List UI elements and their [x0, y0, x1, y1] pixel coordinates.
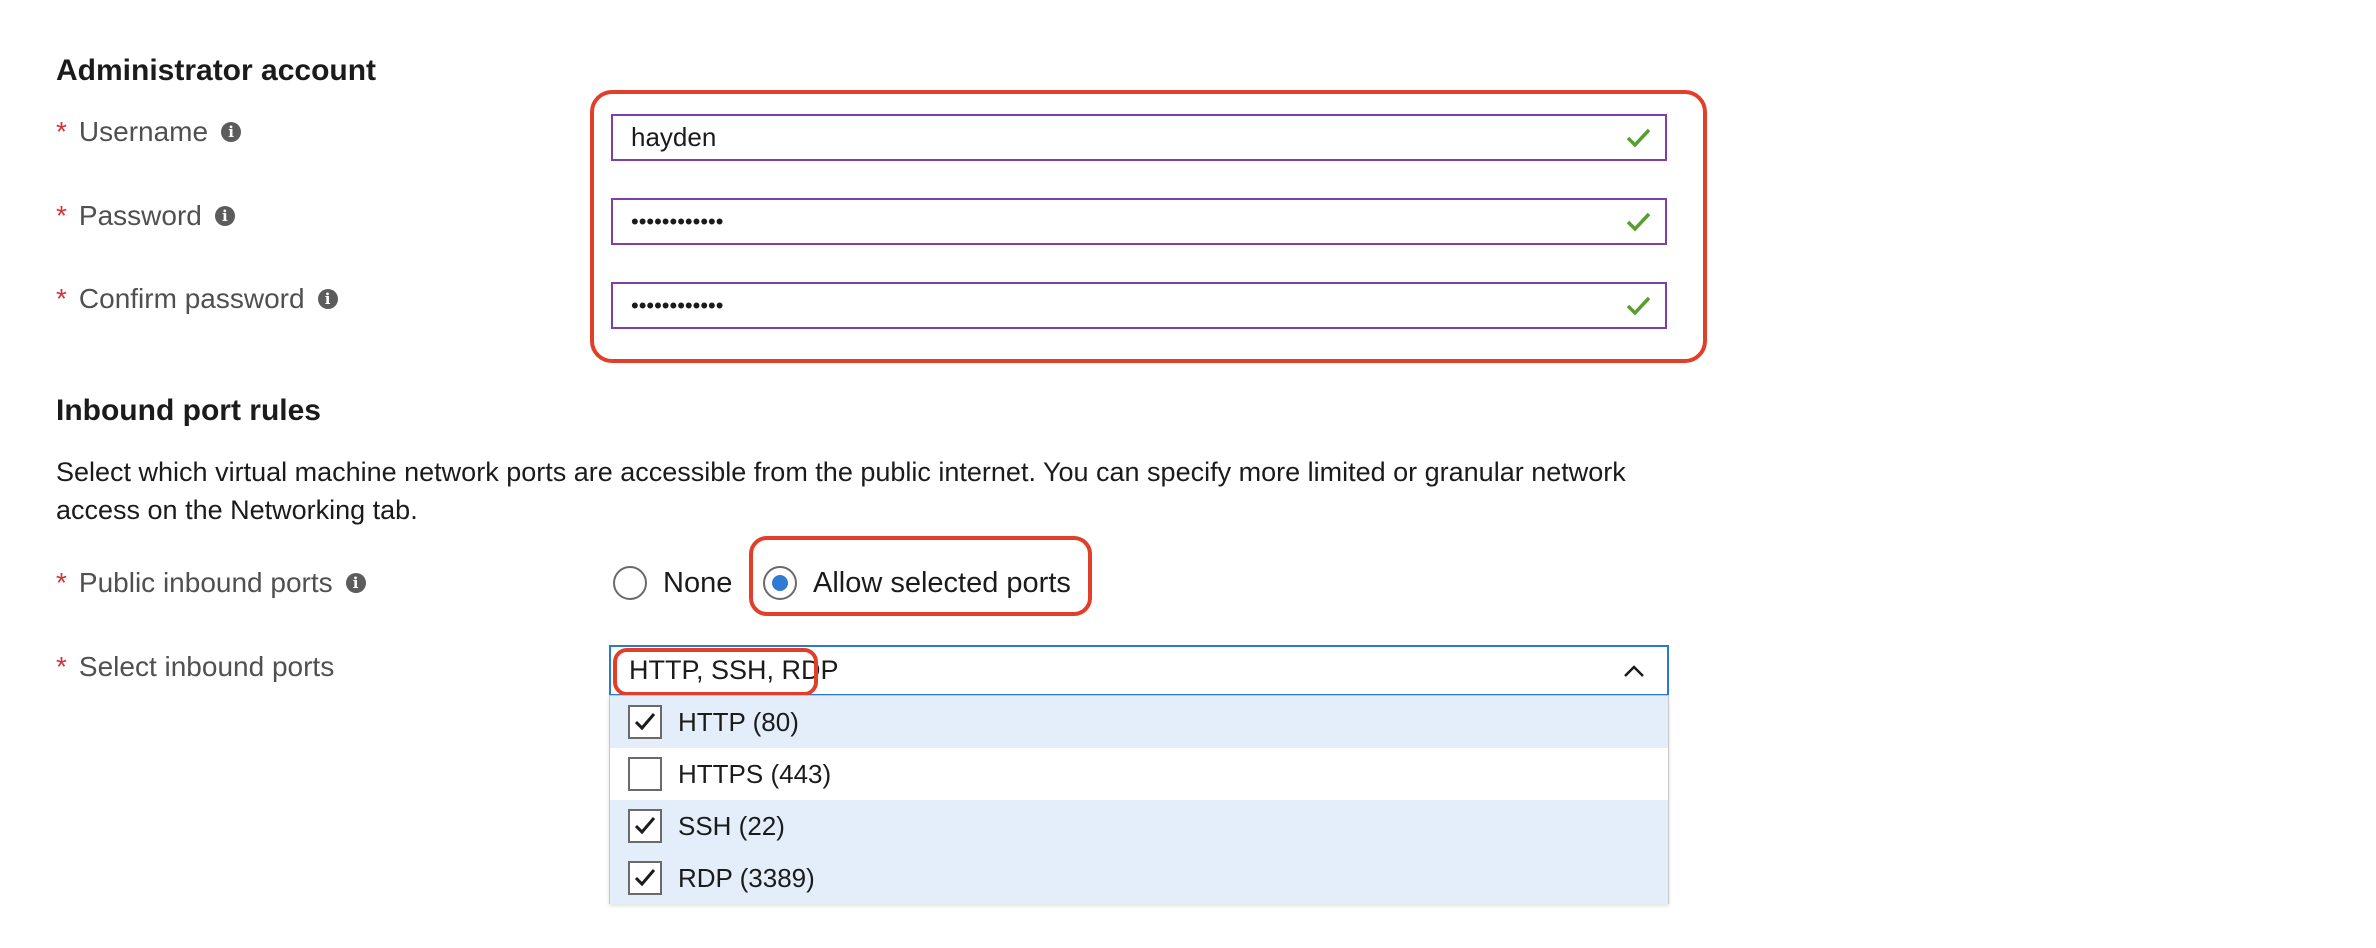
radio-none[interactable]: None	[613, 566, 732, 600]
port-option-label: SSH (22)	[678, 810, 785, 841]
port-option-label: RDP (3389)	[678, 862, 815, 893]
selected-ports-highlight	[613, 648, 818, 696]
checkbox-ssh[interactable]	[628, 809, 662, 843]
select-inbound-ports-label-text: Select inbound ports	[78, 651, 335, 682]
port-option-rdp[interactable]: RDP (3389)	[610, 852, 1668, 904]
administrator-account-heading: Administrator account	[56, 54, 377, 87]
checkbox-check-icon	[634, 817, 656, 835]
checkbox-check-icon	[634, 869, 656, 887]
inbound-description: Select which virtual machine network por…	[56, 457, 1626, 525]
password-label-text: Password	[78, 200, 202, 231]
radio-none-label: None	[663, 566, 733, 599]
port-option-label: HTTP (80)	[678, 706, 799, 737]
info-icon[interactable]: i	[317, 289, 338, 309]
required-asterisk: *	[56, 116, 67, 147]
credentials-highlight	[590, 90, 1707, 363]
username-label: * Username i	[56, 116, 242, 148]
port-option-http[interactable]: HTTP (80)	[610, 696, 1668, 748]
radio-none-circle[interactable]	[613, 566, 647, 600]
inbound-ports-list: HTTP (80) HTTPS (443) SSH (22) RDP (3389…	[609, 695, 1669, 904]
chevron-up-icon[interactable]	[1619, 656, 1649, 686]
select-inbound-ports-label: * Select inbound ports	[56, 651, 334, 683]
port-option-ssh[interactable]: SSH (22)	[610, 800, 1668, 852]
password-label: * Password i	[56, 200, 235, 232]
confirm-password-label-text: Confirm password	[78, 283, 305, 314]
checkbox-http[interactable]	[628, 705, 662, 739]
username-label-text: Username	[78, 116, 209, 147]
confirm-password-label: * Confirm password i	[56, 283, 338, 315]
info-icon[interactable]: i	[345, 573, 366, 593]
public-inbound-ports-label: * Public inbound ports i	[56, 567, 366, 599]
checkbox-https[interactable]	[628, 757, 662, 791]
info-icon[interactable]: i	[214, 206, 235, 226]
required-asterisk: *	[56, 283, 67, 314]
required-asterisk: *	[56, 567, 67, 598]
allow-ports-highlight	[749, 536, 1092, 616]
info-icon[interactable]: i	[221, 122, 242, 142]
public-inbound-ports-label-text: Public inbound ports	[78, 567, 333, 598]
port-option-label: HTTPS (443)	[678, 758, 832, 789]
required-asterisk: *	[56, 651, 67, 682]
checkbox-check-icon	[634, 713, 656, 731]
inbound-port-rules-heading: Inbound port rules	[56, 394, 321, 427]
checkbox-rdp[interactable]	[628, 861, 662, 895]
required-asterisk: *	[56, 200, 67, 231]
port-option-https[interactable]: HTTPS (443)	[610, 748, 1668, 800]
